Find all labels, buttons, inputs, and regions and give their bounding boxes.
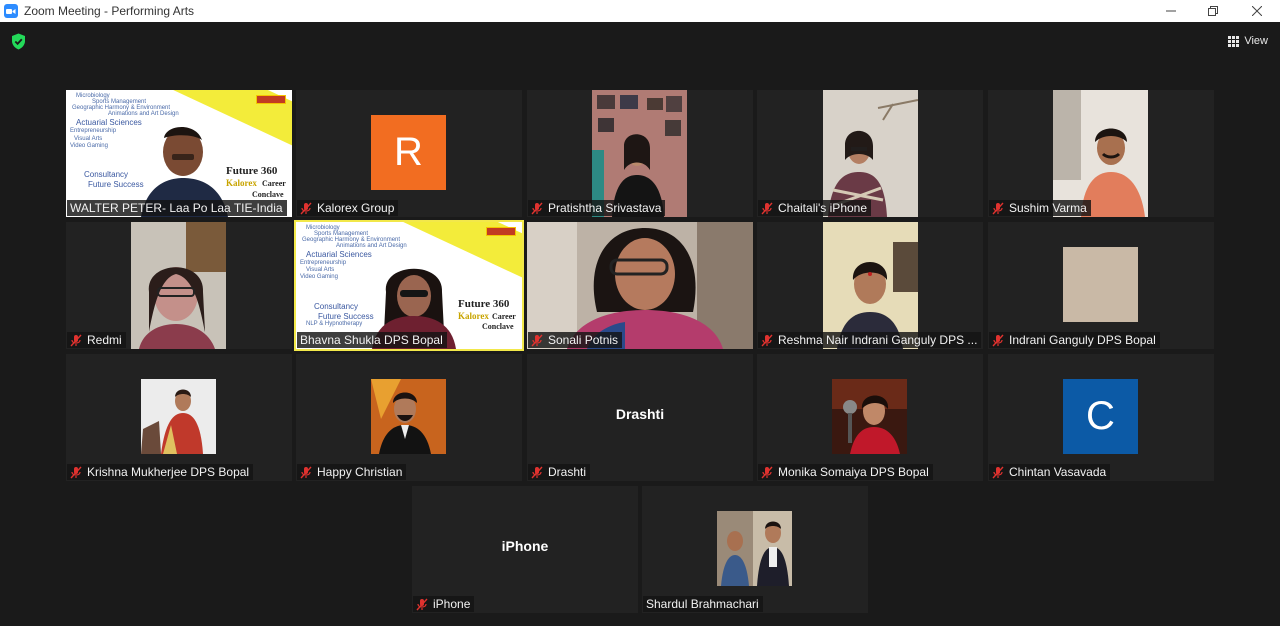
participant-video <box>823 222 918 349</box>
muted-mic-icon <box>761 202 773 214</box>
participant-label: Shardul Brahmachari <box>643 596 763 612</box>
participant-video <box>1063 247 1138 322</box>
close-button[interactable] <box>1235 0 1279 22</box>
profile-photo <box>371 379 446 454</box>
participant-label: WALTER PETER- Laa Po Laa TIE-India <box>67 200 287 216</box>
participant-tile[interactable]: Shardul Brahmachari <box>642 486 868 613</box>
muted-mic-icon <box>531 334 543 346</box>
participant-name: Shardul Brahmachari <box>646 597 759 611</box>
participant-video <box>131 222 226 349</box>
participant-label: Krishna Mukherjee DPS Bopal <box>67 464 254 480</box>
participant-name: Drashti <box>548 465 587 479</box>
participant-name: Reshma Nair Indrani Ganguly DPS ... <box>778 333 978 347</box>
muted-mic-icon <box>761 466 773 478</box>
close-icon <box>1252 6 1262 16</box>
participant-video <box>1053 90 1148 217</box>
participant-label: Indrani Ganguly DPS Bopal <box>989 332 1160 348</box>
participant-label: Redmi <box>67 332 126 348</box>
participant-tile[interactable]: Drashti Drashti <box>527 354 753 481</box>
participant-name: Krishna Mukherjee DPS Bopal <box>87 465 250 479</box>
participant-tile[interactable]: Microbiology Sports Management Geographi… <box>66 90 292 217</box>
muted-mic-icon <box>992 334 1004 346</box>
participant-name: Monika Somaiya DPS Bopal <box>778 465 929 479</box>
muted-mic-icon <box>531 466 543 478</box>
participant-label: Chintan Vasavada <box>989 464 1111 480</box>
title-bar: Zoom Meeting - Performing Arts <box>0 0 1280 22</box>
shared-slide-video: Microbiology Sports Management Geographi… <box>296 222 522 349</box>
participant-tile[interactable]: Indrani Ganguly DPS Bopal <box>988 222 1214 349</box>
muted-mic-icon <box>300 202 312 214</box>
participant-name: Sonali Potnis <box>548 333 619 347</box>
participant-label: Happy Christian <box>297 464 407 480</box>
participant-name: Redmi <box>87 333 122 347</box>
participant-tile[interactable]: C Chintan Vasavada <box>988 354 1214 481</box>
restore-icon <box>1208 6 1218 16</box>
participant-label: Bhavna Shukla DPS Bopal <box>297 332 447 348</box>
participant-label: iPhone <box>413 596 475 612</box>
participant-name: Kalorex Group <box>317 201 395 215</box>
participant-name: Chintan Vasavada <box>1009 465 1107 479</box>
participant-tile[interactable]: Pratishtha Srivastava <box>527 90 753 217</box>
participant-video <box>592 90 687 217</box>
participant-label: Monika Somaiya DPS Bopal <box>758 464 933 480</box>
avatar: C <box>1063 379 1138 454</box>
participant-name: Chaitali's iPhone <box>778 201 868 215</box>
minimize-button[interactable] <box>1149 0 1193 22</box>
participant-label: Kalorex Group <box>297 200 399 216</box>
participant-video <box>823 90 918 217</box>
minimize-icon <box>1166 10 1176 12</box>
participant-name: WALTER PETER- Laa Po Laa TIE-India <box>70 201 283 215</box>
grid-view-icon <box>1228 35 1240 47</box>
zoom-app-icon <box>4 4 18 18</box>
participant-name: Bhavna Shukla DPS Bopal <box>300 333 443 347</box>
participant-tile[interactable]: Redmi <box>66 222 292 349</box>
muted-mic-icon <box>416 598 428 610</box>
participant-tile[interactable]: Krishna Mukherjee DPS Bopal <box>66 354 292 481</box>
muted-mic-icon <box>761 334 773 346</box>
participant-label: Chaitali's iPhone <box>758 200 872 216</box>
muted-mic-icon <box>70 334 82 346</box>
participant-tile[interactable]: Reshma Nair Indrani Ganguly DPS ... <box>757 222 983 349</box>
window-title: Zoom Meeting - Performing Arts <box>24 4 195 18</box>
participant-display-name: iPhone <box>501 538 549 554</box>
participant-tile[interactable]: Happy Christian <box>296 354 522 481</box>
participant-name: iPhone <box>433 597 471 611</box>
participant-label: Pratishtha Srivastava <box>528 200 666 216</box>
shared-slide-video: Microbiology Sports Management Geographi… <box>66 90 292 217</box>
profile-photo <box>832 379 907 454</box>
participant-name: Pratishtha Srivastava <box>548 201 662 215</box>
avatar: R <box>371 115 446 190</box>
restore-button[interactable] <box>1191 0 1235 22</box>
participant-tile[interactable]: Monika Somaiya DPS Bopal <box>757 354 983 481</box>
view-button[interactable]: View <box>1228 32 1268 50</box>
muted-mic-icon <box>992 202 1004 214</box>
participant-video <box>527 222 753 349</box>
participant-label: Drashti <box>528 464 591 480</box>
participant-name: Happy Christian <box>317 465 403 479</box>
participant-tile-active-speaker[interactable]: Microbiology Sports Management Geographi… <box>294 220 524 351</box>
profile-photo <box>141 379 216 454</box>
participant-name: Sushim Varma <box>1009 201 1087 215</box>
muted-mic-icon <box>70 466 82 478</box>
meeting-stage: View Microbiology Sports Management Geog… <box>0 22 1280 626</box>
participant-label: Sushim Varma <box>989 200 1091 216</box>
participant-tile[interactable]: Sonali Potnis <box>527 222 753 349</box>
muted-mic-icon <box>992 466 1004 478</box>
participant-tile[interactable]: Sushim Varma <box>988 90 1214 217</box>
profile-photo <box>717 511 792 586</box>
muted-mic-icon <box>300 466 312 478</box>
view-label: View <box>1244 35 1268 47</box>
participant-tile[interactable]: Chaitali's iPhone <box>757 90 983 217</box>
participant-name: Indrani Ganguly DPS Bopal <box>1009 333 1156 347</box>
participant-display-name: Drashti <box>615 406 665 422</box>
participant-tile[interactable]: R Kalorex Group <box>296 90 522 217</box>
muted-mic-icon <box>531 202 543 214</box>
participant-tile[interactable]: iPhone iPhone <box>412 486 638 613</box>
participant-label: Sonali Potnis <box>528 332 623 348</box>
security-shield-icon[interactable] <box>11 33 26 50</box>
participant-label: Reshma Nair Indrani Ganguly DPS ... <box>758 332 982 348</box>
